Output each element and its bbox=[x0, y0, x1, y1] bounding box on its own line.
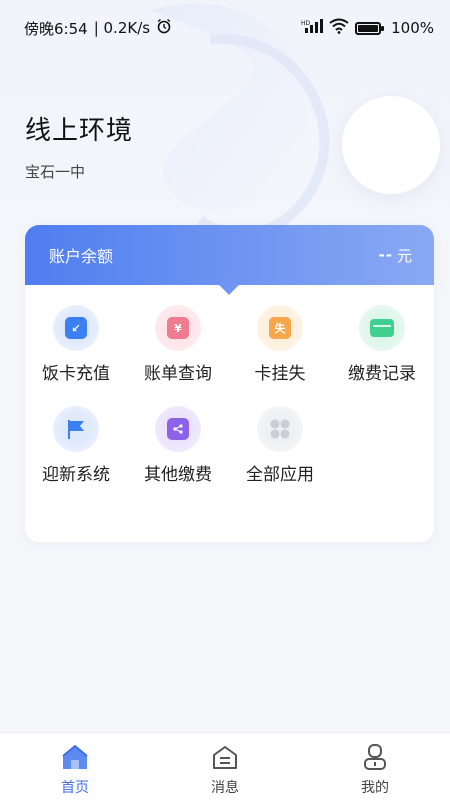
account-balance-bar[interactable]: 账户余额 -- 元 bbox=[25, 225, 434, 285]
alarm-icon bbox=[156, 18, 172, 38]
tab-label: 首页 bbox=[61, 780, 89, 796]
status-bar: 傍晚6:54 | 0.2K/s HD 100% bbox=[0, 0, 450, 56]
battery-level: 100% bbox=[391, 19, 434, 37]
signal-icon: HD bbox=[301, 19, 324, 37]
balance-value: -- bbox=[378, 246, 393, 264]
bottom-tab-bar: 首页 消息 我的 bbox=[0, 732, 450, 800]
all-apps-icon bbox=[257, 406, 303, 452]
message-icon bbox=[213, 746, 237, 769]
network-speed: | 0.2K/s bbox=[93, 19, 151, 37]
balance-amount: -- 元 bbox=[379, 245, 412, 266]
app-grid: ↙ 饭卡充值 ¥ 账单查询 失 卡挂失 缴费记录 迎新系统 其他缴费 全部应用 bbox=[25, 305, 434, 485]
home-icon bbox=[62, 744, 88, 769]
other-payment-icon bbox=[155, 406, 201, 452]
status-time: 傍晚6:54 bbox=[24, 19, 88, 38]
balance-unit: 元 bbox=[396, 246, 412, 265]
app-bill-query[interactable]: ¥ 账单查询 bbox=[127, 305, 229, 384]
balance-label: 账户余额 bbox=[49, 247, 114, 266]
app-payment-record[interactable]: 缴费记录 bbox=[331, 305, 433, 384]
tab-label: 消息 bbox=[211, 780, 239, 796]
app-card-loss[interactable]: 失 卡挂失 bbox=[229, 305, 331, 384]
app-welcome-system[interactable]: 迎新系统 bbox=[25, 406, 127, 485]
app-label: 迎新系统 bbox=[42, 465, 110, 485]
app-label: 卡挂失 bbox=[254, 364, 306, 384]
app-other-payment[interactable]: 其他缴费 bbox=[127, 406, 229, 485]
battery-icon bbox=[355, 21, 385, 35]
welcome-flag-icon bbox=[53, 406, 99, 452]
app-label: 全部应用 bbox=[246, 465, 314, 485]
app-label: 其他缴费 bbox=[144, 465, 212, 485]
card-loss-icon: 失 bbox=[257, 305, 303, 351]
tab-messages[interactable]: 消息 bbox=[165, 742, 285, 797]
profile-icon bbox=[364, 744, 386, 770]
app-label: 缴费记录 bbox=[348, 364, 416, 384]
card-recharge-icon: ↙ bbox=[53, 305, 99, 351]
app-label: 饭卡充值 bbox=[42, 364, 110, 384]
app-label: 账单查询 bbox=[144, 364, 212, 384]
services-card: 账户余额 -- 元 ↙ 饭卡充值 ¥ 账单查询 失 卡挂失 缴费记录 迎新系统 … bbox=[25, 225, 434, 542]
payment-record-icon bbox=[359, 305, 405, 351]
decorative-orb bbox=[342, 96, 440, 194]
app-all-apps[interactable]: 全部应用 bbox=[229, 406, 331, 485]
school-name: 宝石一中 bbox=[25, 163, 86, 181]
app-card-recharge[interactable]: ↙ 饭卡充值 bbox=[25, 305, 127, 384]
page-title: 线上环境 bbox=[25, 116, 134, 146]
tab-label: 我的 bbox=[361, 780, 389, 796]
tab-profile[interactable]: 我的 bbox=[315, 742, 435, 797]
page-header: 线上环境 宝石一中 bbox=[25, 110, 133, 182]
tab-home[interactable]: 首页 bbox=[15, 742, 135, 797]
wifi-icon bbox=[329, 18, 349, 38]
svg-text:HD: HD bbox=[301, 20, 311, 27]
bill-query-icon: ¥ bbox=[155, 305, 201, 351]
